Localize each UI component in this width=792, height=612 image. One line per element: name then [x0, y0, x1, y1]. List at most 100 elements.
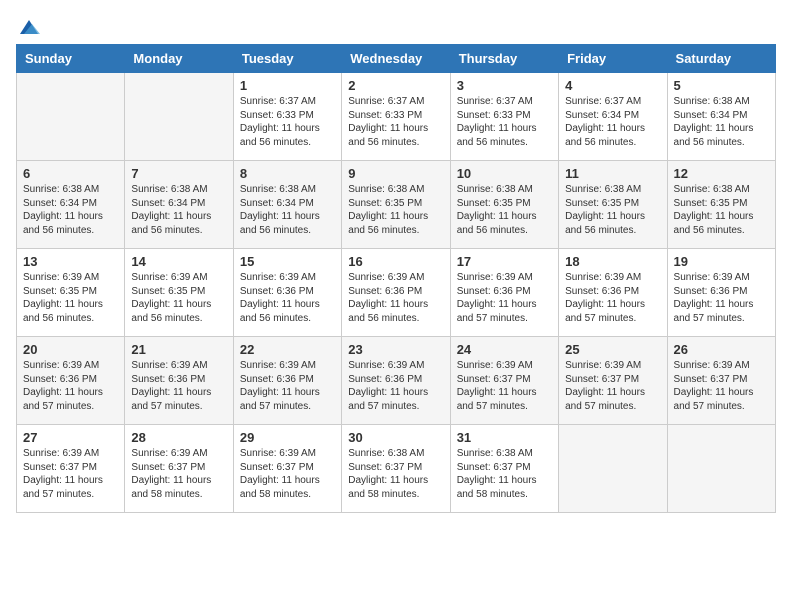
day-number: 23	[348, 342, 443, 357]
calendar-cell: 31 Sunrise: 6:38 AMSunset: 6:37 PMDayligh…	[450, 425, 558, 513]
day-number: 2	[348, 78, 443, 93]
calendar-cell: 11 Sunrise: 6:38 AMSunset: 6:35 PMDayligh…	[559, 161, 667, 249]
calendar-cell: 29 Sunrise: 6:39 AMSunset: 6:37 PMDayligh…	[233, 425, 341, 513]
day-info: Sunrise: 6:39 AMSunset: 6:36 PMDaylight:…	[131, 359, 226, 413]
weekday-header: Tuesday	[233, 45, 341, 73]
calendar-week-row: 27 Sunrise: 6:39 AMSunset: 6:37 PMDayligh…	[17, 425, 776, 513]
weekday-header: Saturday	[667, 45, 775, 73]
day-info: Sunrise: 6:39 AMSunset: 6:36 PMDaylight:…	[674, 271, 769, 325]
day-info: Sunrise: 6:39 AMSunset: 6:36 PMDaylight:…	[348, 359, 443, 413]
calendar-cell: 21 Sunrise: 6:39 AMSunset: 6:36 PMDayligh…	[125, 337, 233, 425]
calendar-cell: 16 Sunrise: 6:39 AMSunset: 6:36 PMDayligh…	[342, 249, 450, 337]
day-info: Sunrise: 6:39 AMSunset: 6:37 PMDaylight:…	[131, 447, 226, 501]
calendar-cell: 23 Sunrise: 6:39 AMSunset: 6:36 PMDayligh…	[342, 337, 450, 425]
day-info: Sunrise: 6:39 AMSunset: 6:35 PMDaylight:…	[23, 271, 118, 325]
calendar-cell: 9 Sunrise: 6:38 AMSunset: 6:35 PMDaylight…	[342, 161, 450, 249]
day-info: Sunrise: 6:37 AMSunset: 6:33 PMDaylight:…	[240, 95, 335, 149]
day-info: Sunrise: 6:37 AMSunset: 6:33 PMDaylight:…	[457, 95, 552, 149]
day-number: 25	[565, 342, 660, 357]
day-number: 4	[565, 78, 660, 93]
calendar-cell: 7Sunrise: 6:38 AMSunset: 6:34 PMDaylight…	[125, 161, 233, 249]
calendar-cell: 25 Sunrise: 6:39 AMSunset: 6:37 PMDayligh…	[559, 337, 667, 425]
day-info: Sunrise: 6:38 AMSunset: 6:34 PMDaylight:…	[131, 183, 226, 237]
day-number: 11	[565, 166, 660, 181]
calendar-cell: 19 Sunrise: 6:39 AMSunset: 6:36 PMDayligh…	[667, 249, 775, 337]
calendar-cell: 30Sunrise: 6:38 AMSunset: 6:37 PMDayligh…	[342, 425, 450, 513]
calendar-cell: 14 Sunrise: 6:39 AMSunset: 6:35 PMDayligh…	[125, 249, 233, 337]
day-info: Sunrise: 6:39 AMSunset: 6:37 PMDaylight:…	[565, 359, 660, 413]
day-info: Sunrise: 6:38 AMSunset: 6:35 PMDaylight:…	[565, 183, 660, 237]
calendar-week-row: 13 Sunrise: 6:39 AMSunset: 6:35 PMDayligh…	[17, 249, 776, 337]
day-info: Sunrise: 6:38 AMSunset: 6:37 PMDaylight:…	[457, 447, 552, 501]
day-info: Sunrise: 6:38 AMSunset: 6:34 PMDaylight:…	[240, 183, 335, 237]
weekday-header: Wednesday	[342, 45, 450, 73]
day-info: Sunrise: 6:39 AMSunset: 6:36 PMDaylight:…	[565, 271, 660, 325]
weekday-header: Friday	[559, 45, 667, 73]
weekday-header: Sunday	[17, 45, 125, 73]
calendar-cell: 13 Sunrise: 6:39 AMSunset: 6:35 PMDayligh…	[17, 249, 125, 337]
calendar-cell: 12 Sunrise: 6:38 AMSunset: 6:35 PMDayligh…	[667, 161, 775, 249]
day-info: Sunrise: 6:39 AMSunset: 6:36 PMDaylight:…	[457, 271, 552, 325]
calendar-cell: 18Sunrise: 6:39 AMSunset: 6:36 PMDayligh…	[559, 249, 667, 337]
day-info: Sunrise: 6:37 AMSunset: 6:34 PMDaylight:…	[565, 95, 660, 149]
calendar-cell: 10 Sunrise: 6:38 AMSunset: 6:35 PMDayligh…	[450, 161, 558, 249]
day-number: 26	[674, 342, 769, 357]
calendar-cell	[559, 425, 667, 513]
calendar-week-row: 1 Sunrise: 6:37 AMSunset: 6:33 PMDaylight…	[17, 73, 776, 161]
day-info: Sunrise: 6:39 AMSunset: 6:36 PMDaylight:…	[348, 271, 443, 325]
calendar-cell: 4 Sunrise: 6:37 AMSunset: 6:34 PMDaylight…	[559, 73, 667, 161]
day-info: Sunrise: 6:37 AMSunset: 6:33 PMDaylight:…	[348, 95, 443, 149]
day-number: 5	[674, 78, 769, 93]
calendar-cell: 20Sunrise: 6:39 AMSunset: 6:36 PMDayligh…	[17, 337, 125, 425]
day-info: Sunrise: 6:38 AMSunset: 6:35 PMDaylight:…	[348, 183, 443, 237]
day-number: 14	[131, 254, 226, 269]
day-number: 16	[348, 254, 443, 269]
day-number: 20	[23, 342, 118, 357]
day-number: 12	[674, 166, 769, 181]
day-number: 10	[457, 166, 552, 181]
calendar-cell: 8 Sunrise: 6:38 AMSunset: 6:34 PMDaylight…	[233, 161, 341, 249]
page-header	[16, 16, 776, 34]
calendar-table: SundayMondayTuesdayWednesdayThursdayFrid…	[16, 44, 776, 513]
day-number: 22	[240, 342, 335, 357]
calendar-cell	[667, 425, 775, 513]
day-number: 6	[23, 166, 118, 181]
day-number: 1	[240, 78, 335, 93]
calendar-cell: 2 Sunrise: 6:37 AMSunset: 6:33 PMDaylight…	[342, 73, 450, 161]
day-number: 17	[457, 254, 552, 269]
day-info: Sunrise: 6:38 AMSunset: 6:35 PMDaylight:…	[674, 183, 769, 237]
day-info: Sunrise: 6:39 AMSunset: 6:36 PMDaylight:…	[240, 271, 335, 325]
weekday-header: Monday	[125, 45, 233, 73]
calendar-cell: 27Sunrise: 6:39 AMSunset: 6:37 PMDayligh…	[17, 425, 125, 513]
day-info: Sunrise: 6:39 AMSunset: 6:37 PMDaylight:…	[240, 447, 335, 501]
day-number: 15	[240, 254, 335, 269]
day-number: 9	[348, 166, 443, 181]
calendar-cell	[125, 73, 233, 161]
day-number: 24	[457, 342, 552, 357]
day-number: 31	[457, 430, 552, 445]
calendar-cell	[17, 73, 125, 161]
day-info: Sunrise: 6:39 AMSunset: 6:35 PMDaylight:…	[131, 271, 226, 325]
day-number: 19	[674, 254, 769, 269]
day-info: Sunrise: 6:38 AMSunset: 6:34 PMDaylight:…	[674, 95, 769, 149]
day-number: 27	[23, 430, 118, 445]
calendar-week-row: 6 Sunrise: 6:38 AMSunset: 6:34 PMDaylight…	[17, 161, 776, 249]
day-number: 21	[131, 342, 226, 357]
weekday-header-row: SundayMondayTuesdayWednesdayThursdayFrid…	[17, 45, 776, 73]
logo-icon	[18, 16, 40, 38]
calendar-cell: 5 Sunrise: 6:38 AMSunset: 6:34 PMDaylight…	[667, 73, 775, 161]
day-number: 3	[457, 78, 552, 93]
calendar-cell: 26 Sunrise: 6:39 AMSunset: 6:37 PMDayligh…	[667, 337, 775, 425]
day-info: Sunrise: 6:38 AMSunset: 6:35 PMDaylight:…	[457, 183, 552, 237]
calendar-cell: 1 Sunrise: 6:37 AMSunset: 6:33 PMDaylight…	[233, 73, 341, 161]
calendar-week-row: 20 Sunrise: 6:39 AMSunset: 6:36 PMDayligh…	[17, 337, 776, 425]
day-number: 30	[348, 430, 443, 445]
day-number: 28	[131, 430, 226, 445]
day-info: Sunrise: 6:39 AMSunset: 6:36 PMDaylight:…	[240, 359, 335, 413]
day-number: 29	[240, 430, 335, 445]
day-info: Sunrise: 6:39 AMSunset: 6:37 PMDaylight:…	[674, 359, 769, 413]
logo	[16, 16, 40, 34]
calendar-cell: 22 Sunrise: 6:39 AMSunset: 6:36 PMDayligh…	[233, 337, 341, 425]
day-number: 8	[240, 166, 335, 181]
day-number: 13	[23, 254, 118, 269]
